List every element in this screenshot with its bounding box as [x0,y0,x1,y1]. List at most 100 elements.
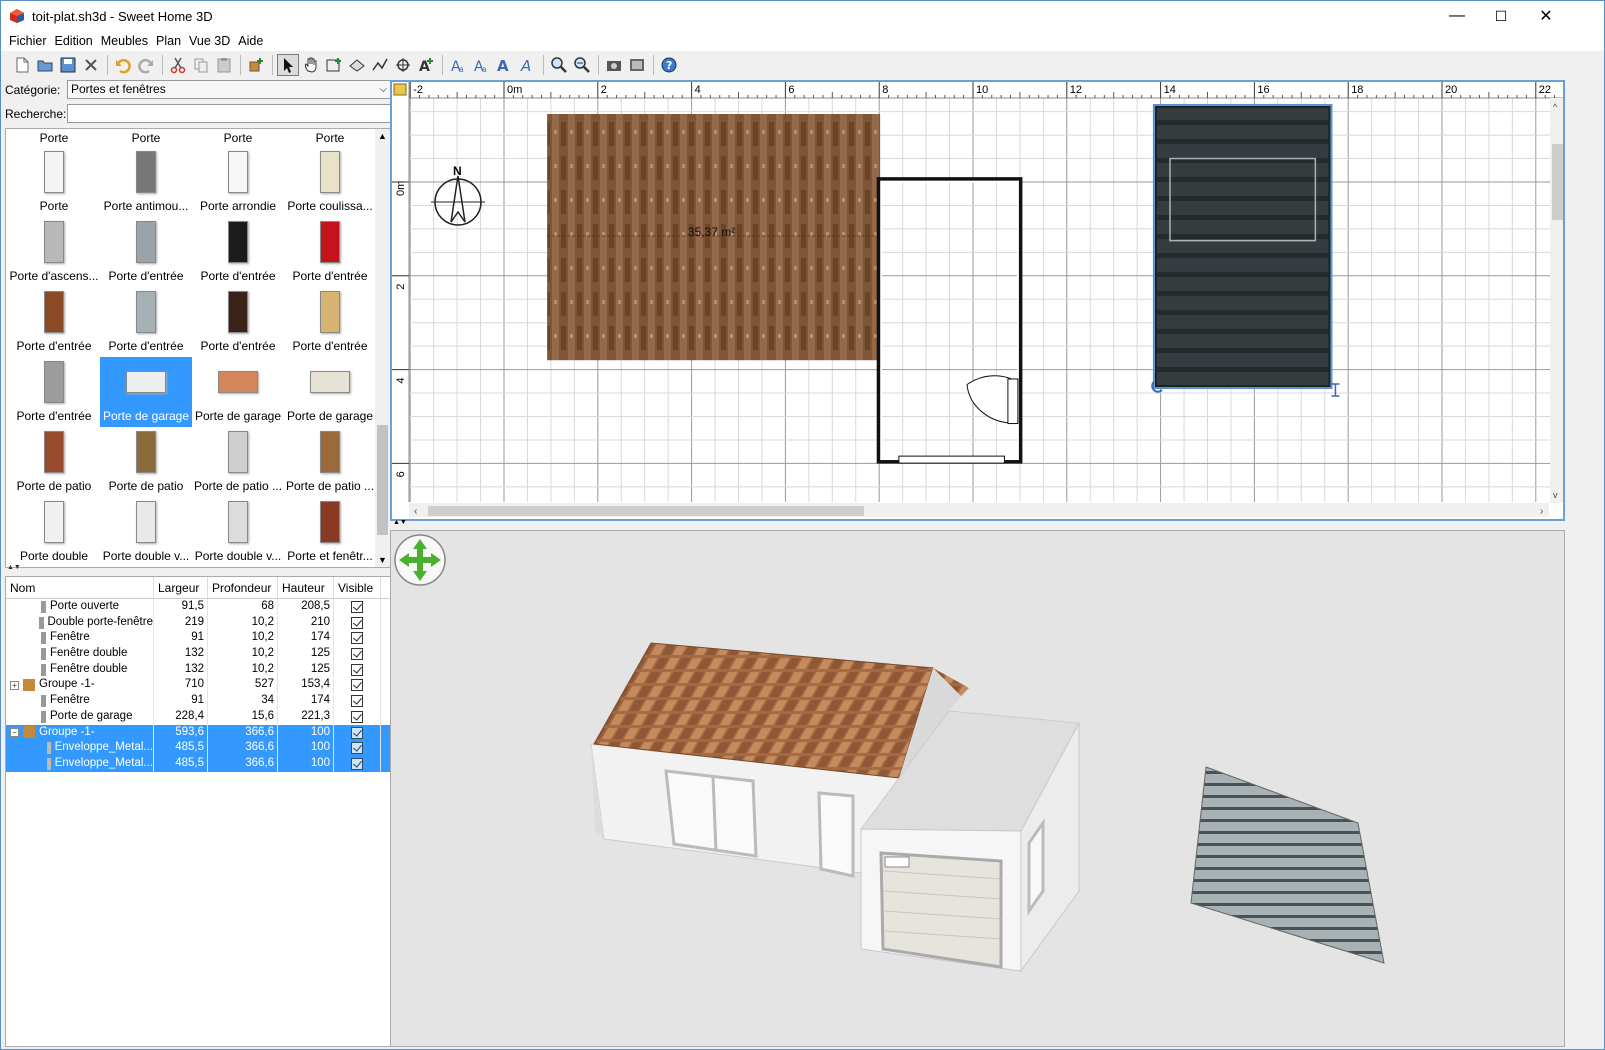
close-button[interactable]: ✕ [1523,1,1569,31]
scroll-down-icon[interactable]: v [1553,490,1558,500]
menu-aide[interactable]: Aide [234,34,267,48]
visible-checkbox[interactable] [351,601,363,613]
catalog-item[interactable]: Porte arrondie [192,147,284,217]
visible-checkbox[interactable] [351,710,363,723]
table-row[interactable]: Fenêtre 91 10,2 174 [6,630,390,647]
column-nom[interactable]: Nom [6,577,154,598]
catalog-item[interactable]: Porte coulissa... [284,147,376,217]
text-style-smaller-icon[interactable]: A [516,54,538,76]
create-rooms-icon[interactable] [346,54,368,76]
table-row[interactable]: Porte ouverte 91,5 68 208,5 [6,599,390,615]
catalog-item[interactable]: Porte d'ascens... [8,217,100,287]
catalog-item[interactable]: Porte de patio [100,427,192,497]
table-row[interactable]: Porte de garage 228,4 15,6 221,3 [6,708,390,725]
text-style-larger-icon[interactable]: A [493,54,515,76]
paste-icon[interactable] [213,54,235,76]
scrollbar-thumb[interactable] [377,425,388,535]
catalog-item[interactable]: Porte d'entrée [192,217,284,287]
catalog-item[interactable]: Porte antimou... [100,147,192,217]
menu-plan[interactable]: Plan [152,34,185,48]
menu-edition[interactable]: Edition [51,34,97,48]
zoom-out-icon[interactable] [571,54,593,76]
table-row[interactable]: Double porte-fenêtre 219 10,2 210 [6,614,390,631]
table-row[interactable]: Enveloppe_Metal... 485,5 366,6 100 [6,755,390,772]
scroll-right-icon[interactable]: › [1540,506,1543,517]
redo-icon[interactable] [135,54,157,76]
create-polylines-icon[interactable] [369,54,391,76]
minimize-button[interactable]: — [1434,1,1480,31]
catalog-item[interactable]: Porte et fenêtr... [284,497,376,567]
plan-view[interactable]: -2 0m 2 4 6 8 10 12 14 16 18 20 22 0m 2 4 6 35,37 m² N ‹ › ^ v [390,80,1565,521]
visible-checkbox[interactable] [351,663,363,676]
navigation-arrows-icon[interactable] [394,534,446,586]
menu-vue3d[interactable]: Vue 3D [185,34,234,48]
add-furniture-icon[interactable] [245,54,267,76]
expand-icon[interactable]: + [10,680,19,690]
catalog-scrollbar[interactable]: ▲ ▼ [375,129,390,567]
copy-icon[interactable] [190,54,212,76]
catalog-item[interactable]: Porte double v... [192,497,284,567]
visible-checkbox[interactable] [351,726,363,739]
catalog-item[interactable]: Porte [8,147,100,217]
create-walls-icon[interactable] [323,54,345,76]
plan-canvas[interactable]: -2 0m 2 4 6 8 10 12 14 16 18 20 220m24635,37 m²N‹ ›^v [392,82,1563,519]
catalog-item-label[interactable]: Porte [8,129,100,147]
splitter-arrows-icon[interactable]: ▲▼ [393,519,407,526]
splitter-arrows-icon[interactable]: ▲▼ [7,564,21,571]
metal-roof-selected[interactable] [1154,105,1331,388]
maximize-button[interactable]: ☐ [1478,1,1524,31]
zoom-in-icon[interactable] [548,54,570,76]
search-input[interactable] [67,104,393,123]
visible-checkbox[interactable] [351,742,363,755]
undo-icon[interactable] [112,54,134,76]
view-splitter[interactable]: ▲▼ [390,519,1565,530]
catalog-item[interactable]: Porte de garage [284,357,376,427]
catalog-item[interactable]: Porte de patio ... [192,427,284,497]
visible-checkbox[interactable] [351,679,363,692]
catalog-item[interactable]: Porte d'entrée [100,287,192,357]
menu-fichier[interactable]: Fichier [5,34,51,48]
help-icon[interactable]: ? [658,54,680,76]
resize-handle-icon[interactable] [1331,383,1340,397]
catalog-item[interactable]: Porte double [8,497,100,567]
table-row[interactable]: + Groupe -1- 710 527 153,4 [6,677,390,694]
pan-icon[interactable] [300,54,322,76]
cut-tool-icon[interactable] [80,54,102,76]
video-icon[interactable] [626,54,648,76]
text-style-bold-icon[interactable]: Aa [447,54,469,76]
catalog-item[interactable]: Porte de garage [192,357,284,427]
create-dimensions-icon[interactable] [392,54,414,76]
catalog-item[interactable]: Porte d'entrée [8,287,100,357]
catalog-item-label[interactable]: Porte [100,129,192,147]
catalog-item[interactable]: Porte d'entrée [284,287,376,357]
new-file-icon[interactable] [11,54,33,76]
visible-checkbox[interactable] [351,648,363,661]
scroll-down-icon[interactable]: ▼ [378,555,387,565]
save-icon[interactable] [57,54,79,76]
table-row[interactable]: Fenêtre double 132 10,2 125 [6,646,390,662]
cut-icon[interactable] [167,54,189,76]
table-row[interactable]: Enveloppe_Metal... 485,5 366,6 100 [6,740,390,756]
catalog-item[interactable]: Porte d'entrée [192,287,284,357]
3d-canvas[interactable] [391,531,1565,1047]
text-style-italic-icon[interactable]: Aa [470,54,492,76]
level-lock-icon[interactable] [393,83,407,96]
category-select[interactable]: Portes et fenêtres ⌵ [67,80,393,99]
3d-view[interactable] [390,530,1565,1047]
catalog-item-label[interactable]: Porte [284,129,376,147]
column-profondeur[interactable]: Profondeur [208,577,278,598]
catalog-item[interactable]: Porte d'entrée [284,217,376,287]
catalog-item[interactable]: Porte double v... [100,497,192,567]
catalog-item-label[interactable]: Porte [192,129,284,147]
catalog-item[interactable]: Porte d'entrée [100,217,192,287]
visible-checkbox[interactable] [351,616,363,629]
photo-icon[interactable] [603,54,625,76]
column-hauteur[interactable]: Hauteur [278,577,334,598]
collapse-icon[interactable]: − [10,727,19,737]
table-row[interactable]: − Groupe -1- 593,6 366,6 100 [6,724,390,741]
door-swing-arc[interactable] [966,375,1015,424]
catalog-item[interactable]: Porte de patio ... [284,427,376,497]
catalog-item[interactable]: Porte de patio [8,427,100,497]
select-icon[interactable] [277,54,299,76]
table-row[interactable]: Fenêtre double 132 10,2 125 [6,661,390,678]
